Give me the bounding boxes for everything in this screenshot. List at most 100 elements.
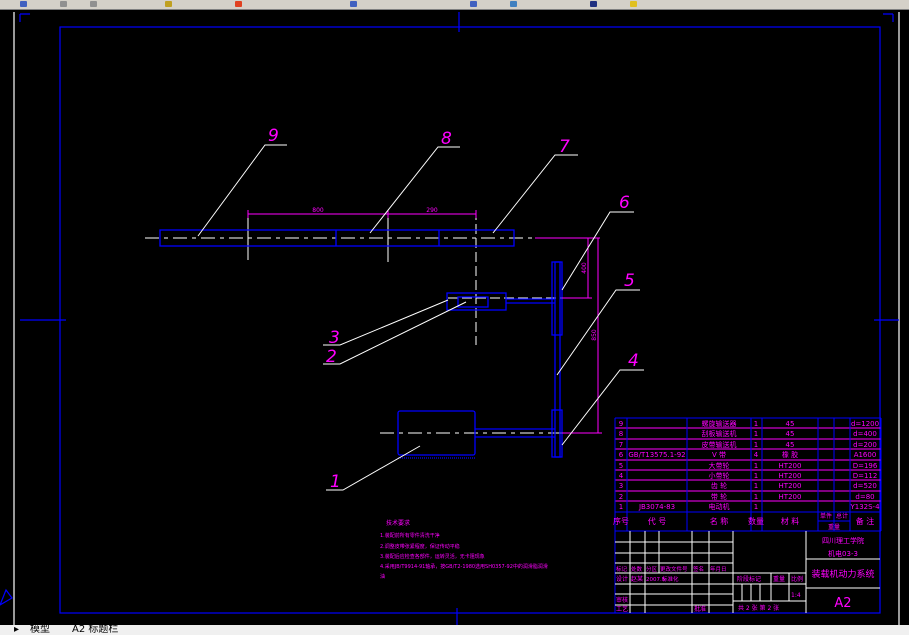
parts-cell-name: 小带轮 [709,471,730,480]
properties-icon[interactable] [590,1,597,7]
print-icon[interactable] [165,1,172,7]
class-name: 机电03-3 [828,549,858,558]
parts-cell-no: 4 [619,472,624,480]
drawing-canvas[interactable]: 800 290 400 850 1 2 3 4 5 6 7 8 9 技术要求 1… [0,10,909,625]
parts-cell-material: HT200 [779,472,802,480]
parts-cell-no: 2 [619,493,623,501]
parts-header-no: 序号 [613,516,629,526]
v-belt [554,261,561,458]
balloon-3: 3 [329,328,340,348]
dim-400: 400 [581,262,588,274]
parts-cell-material: HT200 [779,493,802,501]
parts-cell-qty: 1 [754,482,758,490]
dim-800: 800 [312,207,324,214]
parts-cell-no: 6 [619,451,624,459]
tech-line: 4.采用JB/T9914-91轴承，按GB/T2-1980选用SH0357-92… [380,563,548,570]
parts-cell-note: A1600 [854,451,877,459]
parts-header-weight: 重量 [828,523,840,531]
parts-cell-qty: 4 [754,451,759,459]
balloon-5: 5 [624,271,635,291]
save-icon[interactable] [90,1,97,7]
centerlines [145,210,575,434]
designer-name: 赵某 [631,575,643,583]
parts-cell-material: 45 [786,441,795,449]
parts-cell-no: 7 [619,441,623,449]
parts-cell-material: 45 [786,430,795,438]
tab-layout-a2[interactable]: A2 标题栏 [72,625,118,635]
school-name: 四川理工学院 [822,536,864,545]
parts-cell-material: HT200 [779,482,802,490]
parts-header-weight_single: 单件 [820,512,832,520]
parts-header-code: 代 号 [648,516,667,526]
tech-line: 1.装配前所有零件清洗干净 [380,532,440,539]
approve-label: 批准 [694,605,706,613]
tab-nav-arrow-icon[interactable]: ▸ [14,625,19,635]
parts-cell-note: d=1200 [851,420,879,428]
undo-icon[interactable] [235,1,242,7]
tech-line: 3.装配后应检查各部件，运转灵活，无卡阻现象 [380,553,485,560]
drawing-frame [0,12,900,625]
balloon-7: 7 [559,137,570,157]
rev-header: 标记 [616,565,628,573]
parts-cell-qty: 1 [754,420,758,428]
layout-tabs: ▸ 模型 A2 标题栏 [0,625,909,635]
tech-line: 2.调整皮带张紧程度，保证传动平稳 [380,543,460,550]
parts-cell-qty: 1 [754,430,758,438]
new-icon[interactable] [20,1,27,7]
pan-icon[interactable] [470,1,477,7]
parts-header-material: 材 料 [781,516,800,526]
parts-cell-name: 齿 轮 [711,481,727,490]
redo-icon[interactable] [350,1,357,7]
parts-cell-no: 5 [619,462,623,470]
parts-cell-name: 电动机 [709,502,730,511]
scale-label: 比例 [791,575,803,583]
parts-cell-no: 3 [619,482,623,490]
designer-label: 设计 [616,575,628,583]
parts-cell-qty: 1 [754,462,758,470]
balloon-2: 2 [326,347,337,367]
parts-cell-note: Y132S-4 [849,503,880,511]
parts-cell-qty: 1 [754,503,758,511]
process-label: 工艺 [616,605,628,613]
leader-lines [197,144,644,491]
rev-header: 签名 [693,565,704,573]
balloon-labels: 1 2 3 4 5 6 7 8 9 [268,126,639,492]
title-block: 标记 处数 分区 更改文件号 签名 年月日设计 赵某 2007.5标准化审核工艺 批准阶段标记重… [614,531,881,614]
std-label: 标准化 [662,575,679,583]
sheet-count: 共 2 张 第 2 张 [738,604,779,612]
parts-cell-note: d=520 [853,482,877,490]
rev-header: 处数 [631,565,643,573]
parts-cell-name: 皮带输送机 [702,440,737,449]
tech-title: 技术要求 [386,519,410,527]
parts-cell-note: D=196 [853,462,878,470]
parts-header-note: 备 注 [856,516,875,526]
balloon-9: 9 [268,126,279,146]
parts-cell-note: d=400 [853,430,877,438]
mechanism [159,229,563,459]
parts-cell-name: 大带轮 [709,461,730,470]
parts-cell-no: 9 [619,420,623,428]
dimensions: 800 290 400 850 [247,207,602,434]
parts-header-name: 名 称 [710,516,729,526]
rev-header: 更改文件号 [660,565,688,573]
parts-cell-note: d=80 [855,493,874,501]
parts-cell-name: 螺旋输送器 [702,419,737,428]
rev-header: 分区 [646,565,658,573]
parts-cell-name: V 带 [712,451,726,459]
balloon-4: 4 [628,351,639,371]
parts-list: 9 螺旋输送器 1 45 d=12008 刮板输送机 1 45 d=4007 皮带输送机 1 45 d=… [613,417,882,532]
balloon-8: 8 [441,129,452,149]
drawing-title: 装载机动力系统 [811,568,874,580]
tab-model[interactable]: 模型 [30,625,50,635]
parts-header-qty: 数量 [748,516,764,526]
layer-icon[interactable] [630,1,637,7]
parts-cell-qty: 1 [754,493,758,501]
parts-cell-name: 带 轮 [711,492,727,501]
zoom-icon[interactable] [510,1,517,7]
parts-cell-material: HT200 [779,462,802,470]
weight-label: 重量 [773,575,785,583]
dim-290: 290 [426,207,438,214]
open-icon[interactable] [60,1,67,7]
tech-line: 油 [380,573,385,580]
toolbar [0,0,909,10]
